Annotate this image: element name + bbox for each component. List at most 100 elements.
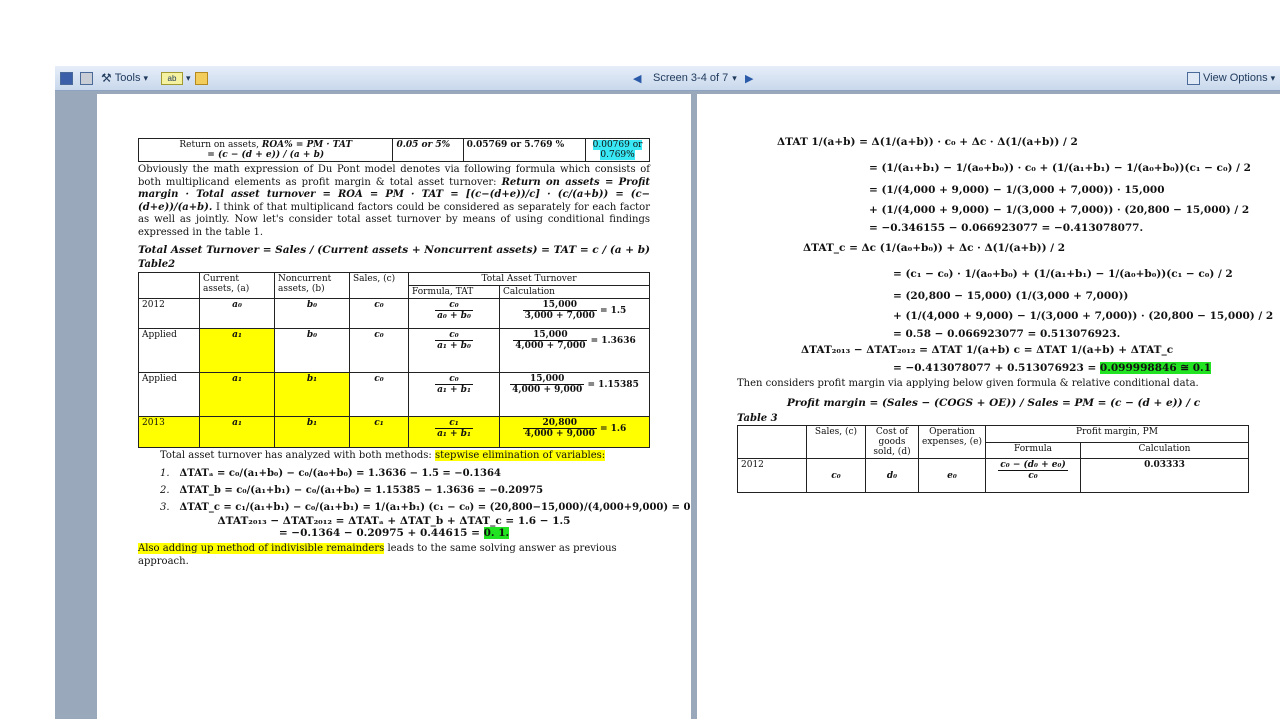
derivation-line: ΔTAT₂₀₁₃ − ΔTAT₂₀₁₂ = ΔTAT 1/(a+b) c = Δ… [801, 344, 1250, 356]
step-text: ΔTAT_c = c₁/(a₁+b₁) − c₀/(a₁+b₁) = 1/(a₁… [179, 502, 691, 513]
derivation-text: ΔTAT₂₀₁₃ − ΔTAT₂₀₁₂ = ΔTAT 1/(a+b) c = Δ… [801, 344, 1174, 356]
arrow-right-icon: ▶ [745, 72, 754, 85]
t2-calc-num: 20,800 [522, 418, 597, 429]
t2-row-label: 2012 [138, 297, 200, 329]
t3-cell-formula: c₀ − (d₀ + e₀) c₀ [985, 458, 1081, 493]
step-number: 2. [160, 485, 170, 496]
save-icon [60, 71, 73, 85]
print-icon [80, 71, 93, 85]
derivation-text: = (1/(4,000 + 9,000) − 1/(3,000 + 7,000)… [869, 184, 1165, 196]
step-text: ΔTAT_b = c₀/(a₁+b₁) − c₀/(a₁+b₀) = 1.153… [179, 485, 544, 496]
t2-row-label: 2013 [138, 415, 200, 448]
roa-formula: ROA% = PM · TAT [261, 140, 353, 150]
t2-calc-num: 15,000 [510, 374, 585, 385]
t2-cell-a: a₀ [199, 297, 275, 329]
t3-header-pm: Profit margin, PM [985, 425, 1249, 443]
para2-text: I think of that multiplicand factors cou… [138, 201, 650, 238]
tat-formula: Total Asset Turnover = Sales / (Current … [138, 244, 651, 256]
closing-highlight: Also adding up method of indivisible rem… [138, 543, 385, 554]
table-row: Applied a₁ b₀ c₀ c₀ a₁ + b₀ 15,000 4,000 + 7,00… [138, 327, 650, 373]
roa-formula-2: = (c − (d + e)) / (a + b) [207, 150, 325, 160]
t2-formula-den: a₁ + b₀ [437, 340, 471, 351]
view-options-label: View Options [1203, 72, 1268, 84]
tools-label: Tools [114, 72, 141, 84]
derivation-text: + (1/(4,000 + 9,000) − 1/(3,000 + 7,000)… [893, 310, 1274, 322]
t2-cell-formula: c₀ a₀ + b₀ [408, 297, 500, 329]
t2-cell-calc: 20,800 4,000 + 9,000 = 1.6 [499, 415, 650, 448]
derivation-text: = 0.58 − 0.066923077 = 0.513076923. [893, 328, 1121, 340]
screen-selector[interactable]: Screen 3-4 of 7 ▾ [653, 70, 737, 86]
t3-header-sales: Sales, (c) [806, 425, 866, 459]
roa-table: Return on assets, ROA% = PM · TAT = (c −… [137, 138, 650, 162]
tools-menu[interactable]: ⚒ Tools ▾ [101, 70, 148, 86]
t2-header-b: Noncurrent assets, (b) [274, 271, 350, 299]
t3-cell-e: e₀ [918, 458, 986, 493]
derivation-text: = −0.413078077 + 0.513076923 = [893, 362, 1097, 374]
previous-screen-button[interactable]: ◀ [633, 70, 641, 86]
t2-calc-result: = 1.6 [599, 423, 627, 434]
t2-cell-c: c₀ [349, 327, 409, 373]
table2-body: 2012 a₀ b₀ c₀ c₀ a₀ + b₀ 15,000 3,000 + 7,000 =… [138, 297, 650, 448]
t2-calc-num: 15,000 [513, 330, 588, 341]
t2-cell-b: b₁ [274, 415, 350, 448]
t2-cell-c: c₁ [349, 415, 409, 448]
sum-result: 0. 1. [483, 527, 510, 539]
view-options-menu[interactable]: View Options ▾ [1187, 70, 1275, 86]
t2-cell-formula: c₀ a₁ + b₀ [408, 327, 500, 373]
t2-row-label: Applied [138, 371, 200, 417]
derivation-line: = (1/(a₁+b₁) − 1/(a₀+b₀)) · c₀ + (1/(a₁+… [869, 162, 1251, 174]
sum-line-2-text: = −0.1364 − 0.20975 + 0.44615 = [278, 527, 480, 539]
derivation-text: = −0.346155 − 0.066923077 = −0.413078077… [869, 222, 1144, 234]
t3-header-formula: Formula [985, 441, 1081, 459]
derivation-line: + (1/(4,000 + 9,000) − 1/(3,000 + 7,000)… [893, 310, 1273, 322]
chevron-down-icon: ▾ [143, 72, 148, 83]
roa-value-3: 0.00769 or 0.769% [592, 140, 643, 160]
t2-header-tat: Total Asset Turnover [408, 271, 650, 286]
methods-intro: Total asset turnover has analyzed with b… [138, 449, 650, 463]
derivation-text: = (20,800 − 15,000) (1/(3,000 + 7,000)) [893, 290, 1129, 302]
derivation-text: + (1/(4,000 + 9,000) − 1/(3,000 + 7,000)… [869, 204, 1250, 216]
table-row: 2013 a₁ b₁ c₁ c₁ a₁ + b₁ 20,800 4,000 + 9,000 =… [138, 415, 650, 448]
t2-cell-a: a₁ [199, 415, 275, 448]
t2-cell-b: b₀ [274, 327, 350, 373]
t2-calc-den: 4,000 + 9,000 [512, 384, 583, 395]
open-folder-button[interactable] [195, 70, 208, 86]
tools-icon: ⚒ [101, 71, 112, 85]
derivation-line: ΔTAT 1/(a+b) = Δ(1/(a+b)) · c₀ + Δc · Δ(… [777, 136, 1250, 148]
t2-formula-den: a₁ + b₁ [437, 428, 471, 439]
document-page-right: ΔTAT 1/(a+b) = Δ(1/(a+b)) · c₀ + Δc · Δ(… [697, 94, 1280, 719]
screen-label: Screen 3-4 of 7 [653, 72, 729, 84]
next-screen-button[interactable]: ▶ [745, 70, 753, 86]
derivation-text: ΔTAT_c = Δc (1/(a₀+b₀)) + Δc · Δ(1/(a+b)… [803, 242, 1066, 254]
derivation-line: = 0.58 − 0.066923077 = 0.513076923. [893, 328, 1250, 340]
table3-caption: Table 3 [737, 412, 778, 424]
t3-header-cogs: Cost of goods sold, (d) [865, 425, 919, 459]
derivation-line: = −0.346155 − 0.066923077 = −0.413078077… [869, 222, 1250, 234]
t3-formula-num: c₀ − (d₀ + e₀) [998, 460, 1068, 471]
closing-paragraph: Also adding up method of indivisible rem… [138, 543, 650, 568]
roa-label: Return on assets, [179, 140, 259, 150]
list-item: 2. ΔTAT_b = c₀/(a₁+b₁) − c₀/(a₁+b₀) = 1.1… [160, 485, 650, 496]
t2-cell-calc: 15,000 3,000 + 7,000 = 1.5 [499, 297, 650, 329]
t2-row-label: Applied [138, 327, 200, 373]
t2-calc-den: 4,000 + 9,000 [524, 428, 595, 439]
t3-cell-c: c₀ [806, 458, 866, 493]
t3-header-calc: Calculation [1080, 441, 1249, 459]
step-number: 3. [160, 502, 170, 513]
print-button[interactable] [80, 70, 93, 86]
reading-toolbar: ⚒ Tools ▾ ab ▾ ◀ Screen 3-4 of 7 ▾ ▶ Vie… [55, 66, 1280, 91]
t3-header-oe: Operation expenses, (e) [918, 425, 986, 459]
derivation-text: ΔTAT 1/(a+b) = Δ(1/(a+b)) · c₀ + Δc · Δ(… [777, 136, 1078, 148]
t3-formula-den: c₀ [1028, 471, 1038, 481]
t2-formula-den: a₁ + b₁ [437, 384, 471, 395]
chevron-down-icon: ▾ [186, 72, 191, 83]
t2-calc-result: = 1.3636 [590, 335, 636, 346]
spelling-button[interactable]: ab ▾ [161, 70, 191, 86]
list-item: 3. ΔTAT_c = c₁/(a₁+b₁) − c₀/(a₁+b₁) = 1/(… [160, 502, 691, 513]
table-row: Applied a₁ b₁ c₀ c₀ a₁ + b₁ 15,000 4,000 + 9,00… [138, 371, 650, 417]
roa-value-2: 0.05769 or 5.769 % [462, 138, 587, 162]
derivation-line: = (1/(4,000 + 9,000) − 1/(3,000 + 7,000)… [869, 184, 1250, 196]
pm-formula: Profit margin = (Sales − (COGS + OE)) / … [786, 396, 1201, 409]
save-button[interactable] [60, 70, 73, 86]
t2-calc-num: 15,000 [522, 300, 597, 311]
